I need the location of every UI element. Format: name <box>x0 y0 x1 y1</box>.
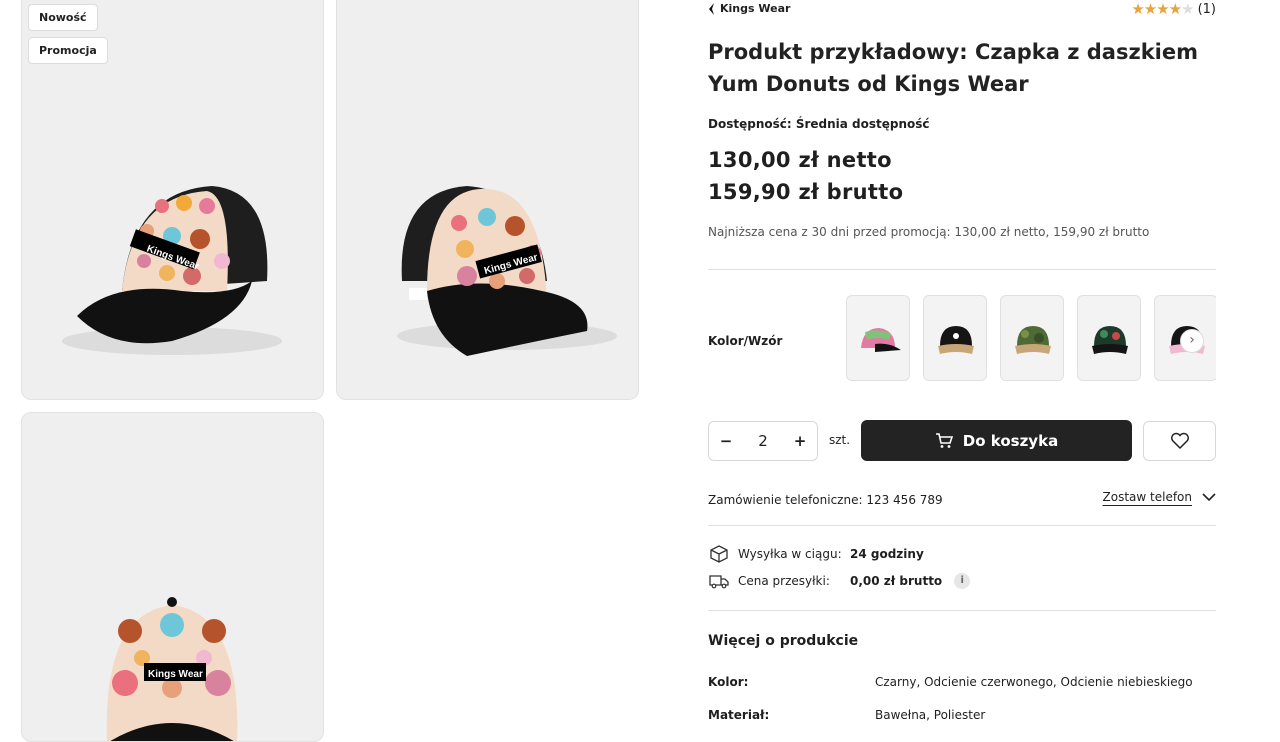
shipping-time-value: 24 godziny <box>850 547 924 561</box>
add-to-cart-button[interactable]: Do koszyka <box>861 420 1132 461</box>
rating-stars: ★★★★★ <box>1131 0 1194 18</box>
product-title: Produkt przykładowy: Czapka z daszkiem Y… <box>708 40 1198 96</box>
star-icon: ★ <box>1156 0 1169 18</box>
product-badges: Nowość Promocja <box>28 4 108 64</box>
divider <box>708 610 1216 611</box>
price-net: 130,00 zł netto <box>708 148 892 172</box>
attribute-name: Kolor: <box>708 675 749 689</box>
phone-order: Zamówienie telefoniczne: 123 456 789 <box>708 493 943 507</box>
variant-swatches: › <box>846 295 1216 381</box>
variant-label: Kolor/Wzór <box>708 334 783 348</box>
truck-icon <box>709 575 729 589</box>
divider <box>708 269 1216 270</box>
star-empty-icon: ★ <box>1181 0 1194 18</box>
variant-swatch-1[interactable] <box>846 295 910 381</box>
cap-thumb <box>938 326 974 354</box>
product-gallery: Kings Wear Kings Wear Kings Wear Nowość … <box>0 0 660 742</box>
cap-thumb <box>1015 326 1051 354</box>
badge-new: Nowość <box>28 4 98 31</box>
product-panel: Kings Wear ★★★★★ (1) Produkt przykładowy… <box>708 0 1216 722</box>
shipping-time: Wysyłka w ciągu: 24 godziny <box>708 545 924 563</box>
product-image-3[interactable]: Kings Wear <box>21 412 324 742</box>
chevron-down-icon <box>1202 492 1216 501</box>
shipping-cost-value: 0,00 zł brutto <box>850 574 943 588</box>
product-image-2[interactable]: Kings Wear <box>336 0 639 400</box>
shipping-time-label: Wysyłka w ciągu: <box>738 547 842 561</box>
attribute-value: Czarny, Odcienie czerwonego, Odcienie ni… <box>875 675 1193 689</box>
rating[interactable]: ★★★★★ (1) <box>1131 0 1216 18</box>
variant-swatch-3[interactable] <box>1000 295 1064 381</box>
quantity-increase-button[interactable]: + <box>791 432 809 450</box>
leave-phone-label: Zostaw telefon <box>1102 490 1192 504</box>
brand-name: Kings Wear <box>720 2 791 15</box>
leave-phone-toggle[interactable]: Zostaw telefon <box>1103 490 1216 504</box>
attribute-row: Kolor: Czarny, Odcienie czerwonego, Odcie… <box>708 675 1216 689</box>
star-icon: ★ <box>1168 0 1182 18</box>
variant-swatch-2[interactable] <box>923 295 987 381</box>
price-gross: 159,90 zł brutto <box>708 180 904 204</box>
quantity-input[interactable]: 2 <box>754 432 772 450</box>
package-icon <box>710 545 728 563</box>
availability: Dostępność: Średnia dostępność <box>708 117 930 131</box>
cart-icon <box>935 432 953 448</box>
wishlist-button[interactable] <box>1143 421 1216 461</box>
shipping-cost-label: Cena przesyłki: <box>738 574 830 588</box>
cap-thumb <box>861 328 901 352</box>
brand-logo-icon <box>709 2 714 15</box>
add-to-cart-label: Do koszyka <box>962 431 1059 450</box>
cap-image-front: Kings Wear <box>397 186 617 356</box>
heart-icon <box>1170 432 1189 450</box>
cap-thumb <box>1092 326 1128 354</box>
shipping-cost: Cena przesyłki: 0,00 zł brutto i <box>708 573 971 589</box>
divider <box>708 525 1216 526</box>
variant-swatch-4[interactable] <box>1077 295 1141 381</box>
cap-image-back: Kings Wear <box>106 597 238 741</box>
lowest-price-note: Najniższa cena z 30 dni przed promocją: … <box>708 225 1150 239</box>
star-icon: ★ <box>1143 0 1157 18</box>
brand-link[interactable]: Kings Wear <box>708 2 790 15</box>
info-icon[interactable]: i <box>954 573 971 589</box>
swatches-next-icon[interactable]: › <box>1180 329 1204 353</box>
quantity-stepper: − 2 + <box>708 421 818 461</box>
badge-promo: Promocja <box>28 37 108 64</box>
quantity-decrease-button[interactable]: − <box>717 432 735 450</box>
more-about-product-heading: Więcej o produkcie <box>708 633 859 649</box>
rating-count: (1) <box>1197 1 1216 17</box>
cap-label: Kings Wear <box>148 669 203 680</box>
quantity-unit: szt. <box>829 433 851 447</box>
star-icon: ★ <box>1131 0 1144 18</box>
